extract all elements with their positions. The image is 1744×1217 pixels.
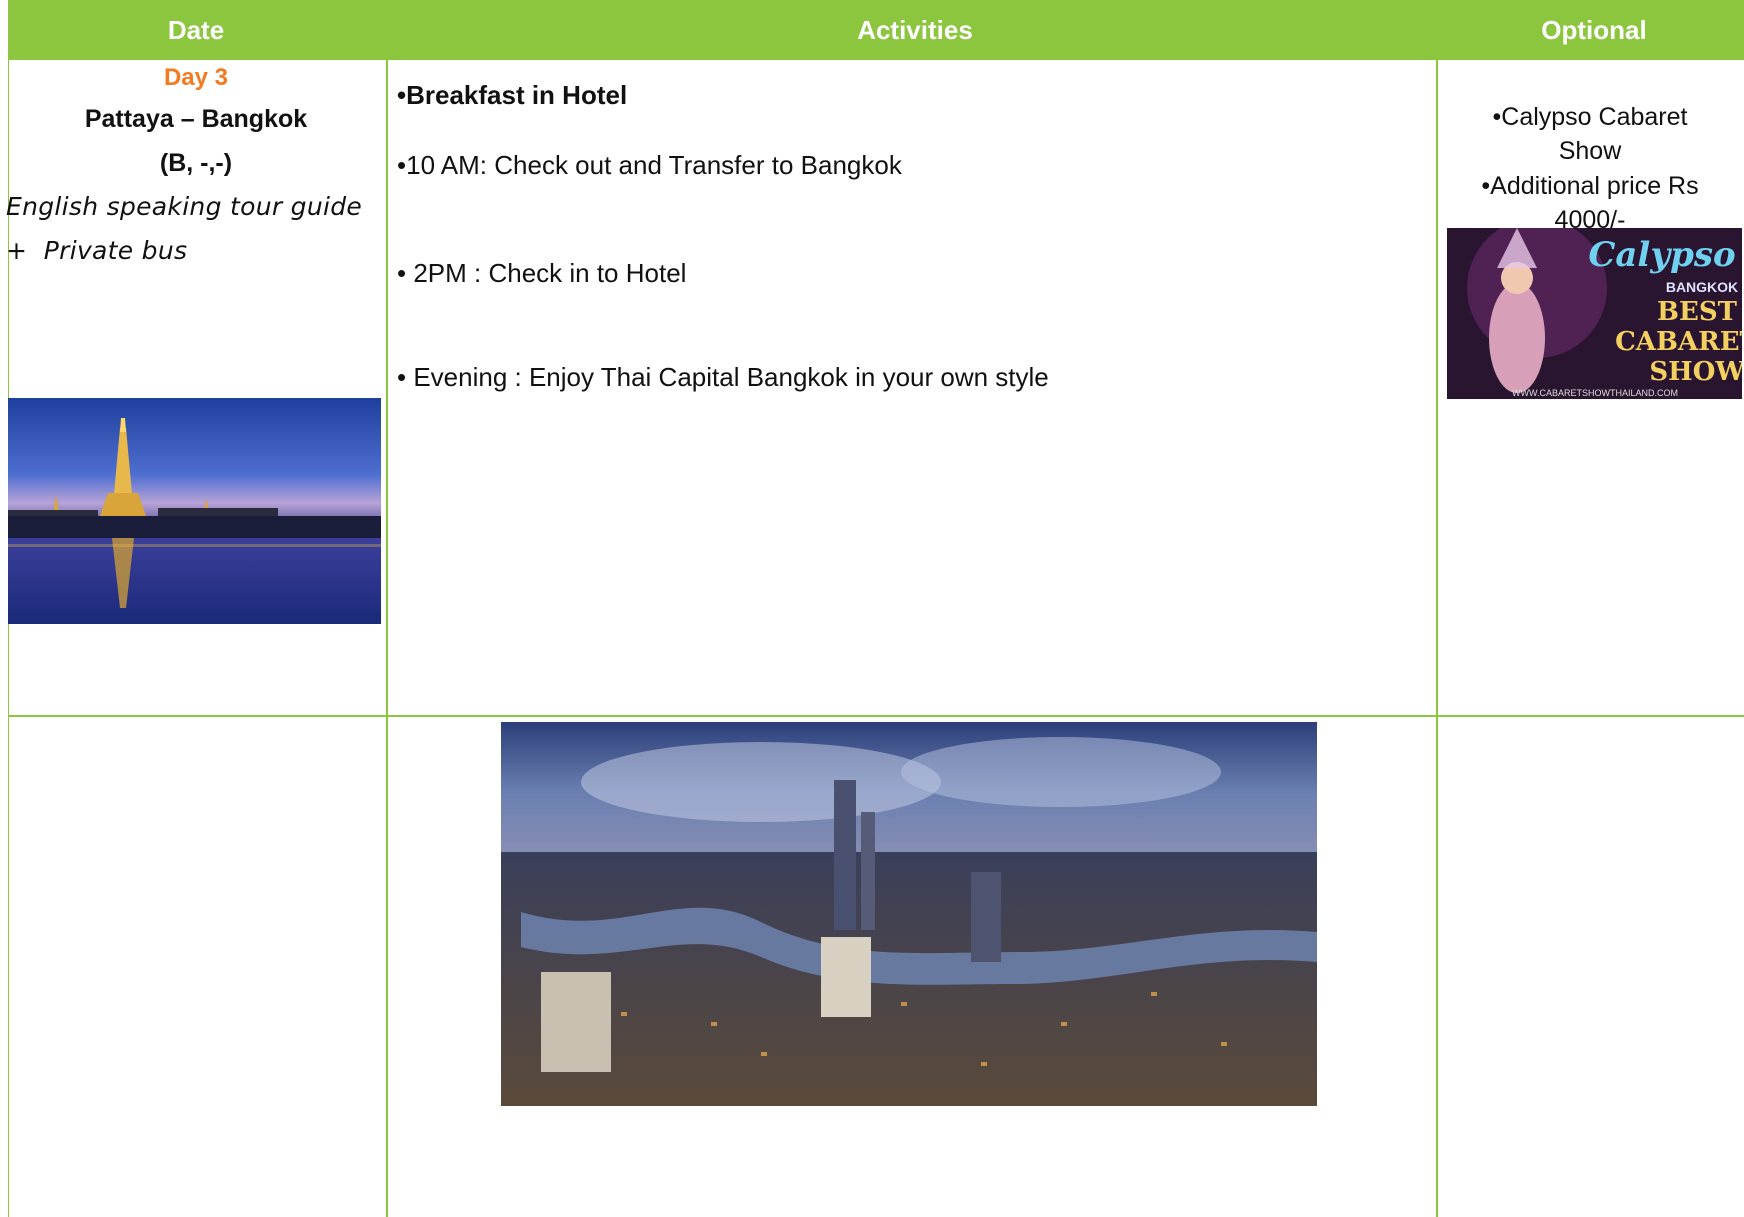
poster-sub-text: BANGKOK	[1666, 279, 1738, 295]
column-divider	[386, 60, 388, 1217]
poster-logo-text: Calypso	[1588, 235, 1735, 275]
activity-checkout: •10 AM: Check out and Transfer to Bangko…	[397, 150, 902, 180]
route-title: Pattaya – Bangkok	[84, 105, 308, 133]
optional-item-cabaret-cont: Show	[1558, 137, 1622, 165]
table-border-left	[8, 60, 9, 1217]
bangkok-skyline-image	[501, 722, 1317, 1106]
optional-item-price-cont: 4000/-	[1554, 206, 1626, 228]
header-date: Date	[167, 15, 225, 45]
calypso-poster-image: Calypso BANGKOK BEST CABARET SHOW WWW.CA…	[1447, 228, 1742, 399]
transport-info: + Private bus	[6, 236, 188, 265]
activity-evening: • Evening : Enjoy Thai Capital Bangkok i…	[397, 362, 1049, 392]
column-divider	[1436, 60, 1438, 1217]
day-number: Day 3	[163, 64, 229, 91]
row-divider	[8, 715, 1744, 717]
poster-line-show: SHOW	[1649, 357, 1742, 387]
table-header: Date Activities Optional	[8, 0, 1744, 60]
poster-line-cabaret: CABARET	[1615, 327, 1742, 357]
guide-info: English speaking tour guide	[6, 192, 363, 221]
activity-breakfast: •Breakfast in Hotel	[397, 80, 628, 110]
activity-checkin: • 2PM : Check in to Hotel	[397, 258, 687, 288]
wat-arun-image	[8, 398, 381, 624]
optional-item-cabaret: •Calypso Cabaret	[1492, 103, 1688, 131]
poster-line-best: BEST	[1657, 297, 1738, 327]
optional-item-price: •Additional price Rs	[1481, 172, 1699, 200]
header-activities: Activities	[857, 15, 973, 45]
header-optional: Optional	[1541, 15, 1647, 45]
poster-url-text: WWW.CABARETSHOWTHAILAND.COM	[1512, 388, 1678, 398]
meals-info: (B, -,-)	[159, 149, 233, 177]
